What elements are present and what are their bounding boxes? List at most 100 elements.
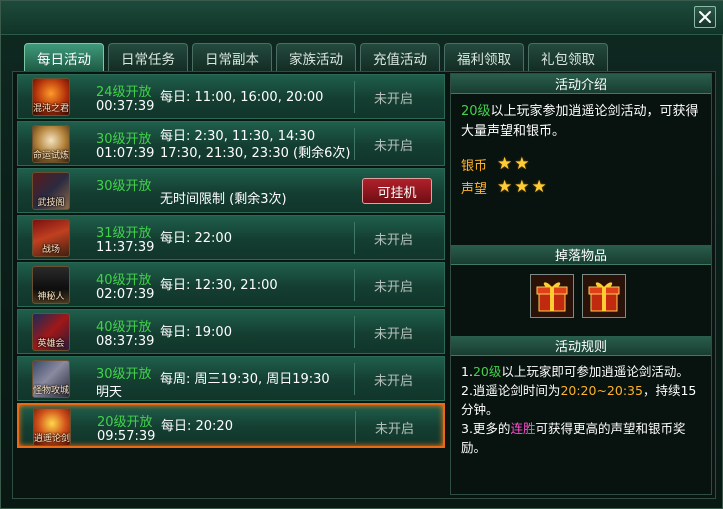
activity-icon-label: 怪物攻城 xyxy=(33,386,70,396)
rule-level: 20级 xyxy=(472,364,502,379)
level-requirement: 20级开放 xyxy=(97,415,153,430)
reward-stars: ★ ★ ★ xyxy=(495,177,547,197)
rules-text: 1.20级以上玩家即可参加逍遥论剑活动。 2.逍遥论剑时间为20:20~20:3… xyxy=(461,362,705,457)
close-icon xyxy=(699,11,711,23)
level-requirement: 30级开放 xyxy=(96,367,152,382)
divider xyxy=(354,81,355,113)
tab-gift-pack-claim[interactable]: 礼包领取 xyxy=(528,43,608,71)
tab-daily-activities[interactable]: 每日活动 xyxy=(24,43,104,71)
activity-icon-label: 战场 xyxy=(41,245,60,255)
activity-row-martial-pavilion[interactable]: 武技阁 30级开放 无时间限制 (剩余3次) 可挂机 xyxy=(17,168,445,213)
rule-prefix: 1. xyxy=(461,364,473,379)
activity-detail-panel: 活动介绍 20级以上玩家参加逍遥论剑活动，可获得大量声望和银币。 银币 ★ ★ 声… xyxy=(450,73,712,495)
window-title-bar xyxy=(1,1,723,35)
divider xyxy=(354,222,355,254)
drop-item-slot[interactable] xyxy=(530,274,574,318)
tab-welfare-claim[interactable]: 福利领取 xyxy=(444,43,524,71)
rule-3: 3.更多的连胜可获得更高的声望和银币奖励。 xyxy=(461,419,705,457)
status-text: 未开启 xyxy=(374,280,414,295)
schedule: 每日: 20:20 xyxy=(161,419,233,434)
schedule-line-2: 17:30, 21:30, 23:30 (剩余6次) xyxy=(160,146,351,161)
intro-header: 活动介绍 xyxy=(451,74,711,94)
star-icon: ★ xyxy=(531,177,547,197)
status-text: 未开启 xyxy=(374,374,414,389)
activity-row-sword-debate[interactable]: 逍遥论剑 20级开放 09:57:39 每日: 20:20 未开启 xyxy=(17,403,445,448)
star-icon: ★ xyxy=(514,177,530,197)
activity-list: 混沌之君 24级开放 00:37:39 每日: 11:00, 16:00, 20… xyxy=(17,74,445,450)
rule-streak: 连胜 xyxy=(510,421,536,436)
star-icon: ★ xyxy=(497,177,513,197)
drop-item-slot[interactable] xyxy=(582,274,626,318)
reward-label: 银币 xyxy=(461,158,488,174)
gift-box-icon xyxy=(588,282,620,312)
level-requirement: 31级开放 xyxy=(96,226,152,241)
level-requirement: 30级开放 xyxy=(96,179,152,194)
drops-header: 掉落物品 xyxy=(451,245,711,265)
martial-pavilion-icon: 武技阁 xyxy=(32,172,70,210)
rule-time: 20:20~20:35 xyxy=(560,383,643,398)
countdown: 00:37:39 xyxy=(96,99,155,114)
schedule: 每周: 周三19:30, 周日19:30 xyxy=(160,372,330,387)
activity-icon-label: 英雄会 xyxy=(37,339,65,349)
auto-hang-button[interactable]: 可挂机 xyxy=(362,178,432,204)
tab-family-activities[interactable]: 家族活动 xyxy=(276,43,356,71)
reward-silver: 银币 ★ ★ xyxy=(461,154,530,174)
divider xyxy=(354,269,355,301)
level-requirement: 40级开放 xyxy=(96,320,152,335)
schedule: 每日: 12:30, 21:00 xyxy=(160,278,278,293)
tab-bar: 每日活动 日常任务 日常副本 家族活动 充值活动 福利领取 礼包领取 xyxy=(24,43,608,71)
rule-text: 以上玩家即可参加逍遥论剑活动。 xyxy=(501,364,689,379)
schedule: 每日: 19:00 xyxy=(160,325,232,340)
sword-debate-icon: 逍遥论剑 xyxy=(33,408,71,446)
status-text: 未开启 xyxy=(374,327,414,342)
reward-stars: ★ ★ xyxy=(495,154,530,174)
schedule: 每日: 11:00, 16:00, 20:00 xyxy=(160,90,324,105)
rule-prefix: 3.更多的 xyxy=(461,421,511,436)
activity-row-fate-trial[interactable]: 命运试炼 30级开放 01:07:39 每日: 2:30, 11:30, 14:… xyxy=(17,121,445,166)
battlefield-icon: 战场 xyxy=(32,219,70,257)
activity-row-battlefield[interactable]: 战场 31级开放 11:37:39 每日: 22:00 未开启 xyxy=(17,215,445,260)
activity-row-monster-siege[interactable]: 怪物攻城 30级开放 明天 每周: 周三19:30, 周日19:30 未开启 xyxy=(17,356,445,401)
rule-1: 1.20级以上玩家即可参加逍遥论剑活动。 xyxy=(461,362,705,381)
star-icon: ★ xyxy=(497,154,513,174)
status-text: 未开启 xyxy=(375,422,415,437)
activity-icon-label: 武技阁 xyxy=(37,198,65,208)
activity-icon-label: 神秘人 xyxy=(37,292,65,302)
countdown: 明天 xyxy=(96,385,123,400)
level-requirement: 40级开放 xyxy=(96,273,152,288)
chaos-lord-icon: 混沌之君 xyxy=(32,78,70,116)
divider xyxy=(355,411,356,443)
schedule-line-1: 每日: 2:30, 11:30, 14:30 xyxy=(160,129,316,144)
mystery-man-icon: 神秘人 xyxy=(32,266,70,304)
countdown: 01:07:39 xyxy=(96,146,155,161)
activity-row-hero-meeting[interactable]: 英雄会 40级开放 08:37:39 每日: 19:00 未开启 xyxy=(17,309,445,354)
divider xyxy=(354,316,355,348)
countdown: 08:37:39 xyxy=(96,334,155,349)
level-requirement: 24级开放 xyxy=(96,85,152,100)
rules-header: 活动规则 xyxy=(451,336,711,356)
divider xyxy=(354,128,355,160)
status-text: 未开启 xyxy=(374,139,414,154)
status-text: 未开启 xyxy=(374,233,414,248)
level-requirement: 30级开放 xyxy=(96,132,152,147)
hero-meeting-icon: 英雄会 xyxy=(32,313,70,351)
status-text: 未开启 xyxy=(374,92,414,107)
activity-row-chaos-lord[interactable]: 混沌之君 24级开放 00:37:39 每日: 11:00, 16:00, 20… xyxy=(17,74,445,119)
intro-text: 20级以上玩家参加逍遥论剑活动，可获得大量声望和银币。 xyxy=(461,102,701,142)
countdown: 02:07:39 xyxy=(96,287,155,302)
monster-siege-icon: 怪物攻城 xyxy=(32,360,70,398)
tab-daily-tasks[interactable]: 日常任务 xyxy=(108,43,188,71)
activity-icon-label: 混沌之君 xyxy=(33,104,70,114)
intro-description: 以上玩家参加逍遥论剑活动，可获得大量声望和银币。 xyxy=(461,104,699,139)
close-button[interactable] xyxy=(694,6,716,28)
intro-level: 20级 xyxy=(461,104,491,119)
activity-row-mystery-man[interactable]: 神秘人 40级开放 02:07:39 每日: 12:30, 21:00 未开启 xyxy=(17,262,445,307)
tab-daily-dungeons[interactable]: 日常副本 xyxy=(192,43,272,71)
countdown: 11:37:39 xyxy=(96,240,155,255)
rule-2: 2.逍遥论剑时间为20:20~20:35，持续15分钟。 xyxy=(461,381,705,419)
gift-box-icon xyxy=(536,282,568,312)
tab-recharge-activities[interactable]: 充值活动 xyxy=(360,43,440,71)
schedule: 无时间限制 (剩余3次) xyxy=(160,192,287,207)
countdown: 09:57:39 xyxy=(97,429,156,444)
activity-icon-label: 逍遥论剑 xyxy=(34,434,71,444)
